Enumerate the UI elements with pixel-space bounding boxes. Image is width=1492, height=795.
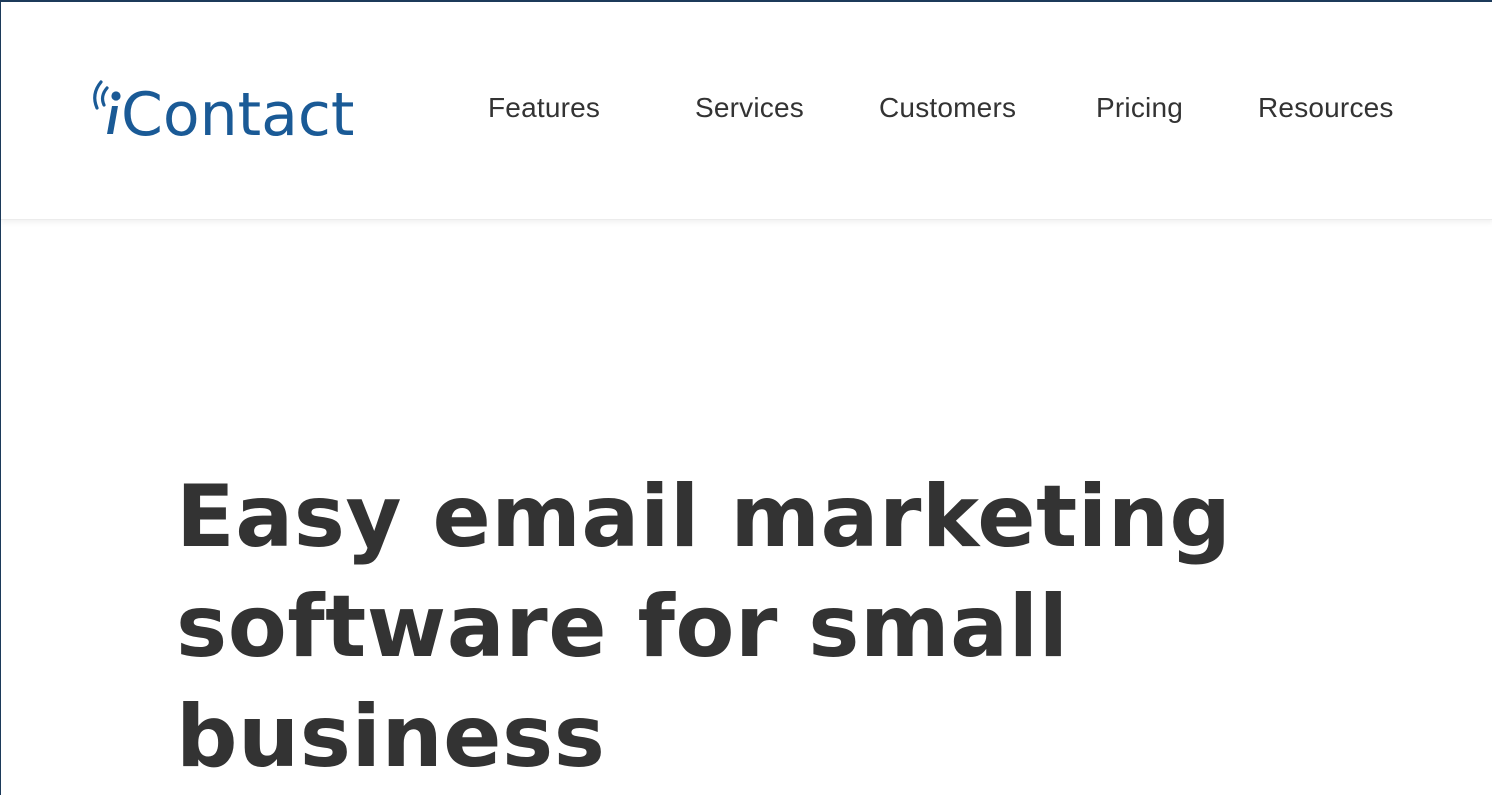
nav-resources[interactable]: Resources	[1258, 90, 1394, 126]
hero-title: Easy email marketing software for small …	[176, 462, 1376, 792]
page: Contact Features Services Customers Pric…	[0, 0, 1492, 795]
nav-features[interactable]: Features	[488, 90, 600, 126]
hero-section: Easy email marketing software for small …	[1, 222, 1492, 795]
nav-services[interactable]: Services	[695, 90, 804, 126]
nav-pricing[interactable]: Pricing	[1096, 90, 1183, 126]
main-nav: Features Services Customers Pricing Reso…	[1, 90, 1492, 130]
nav-customers[interactable]: Customers	[879, 90, 1016, 126]
hero-title-line-2: software for small	[176, 577, 1069, 677]
hero-title-line-1: Easy email marketing	[176, 467, 1232, 567]
hero-title-line-3: business	[176, 687, 606, 787]
site-header: Contact Features Services Customers Pric…	[1, 2, 1492, 220]
